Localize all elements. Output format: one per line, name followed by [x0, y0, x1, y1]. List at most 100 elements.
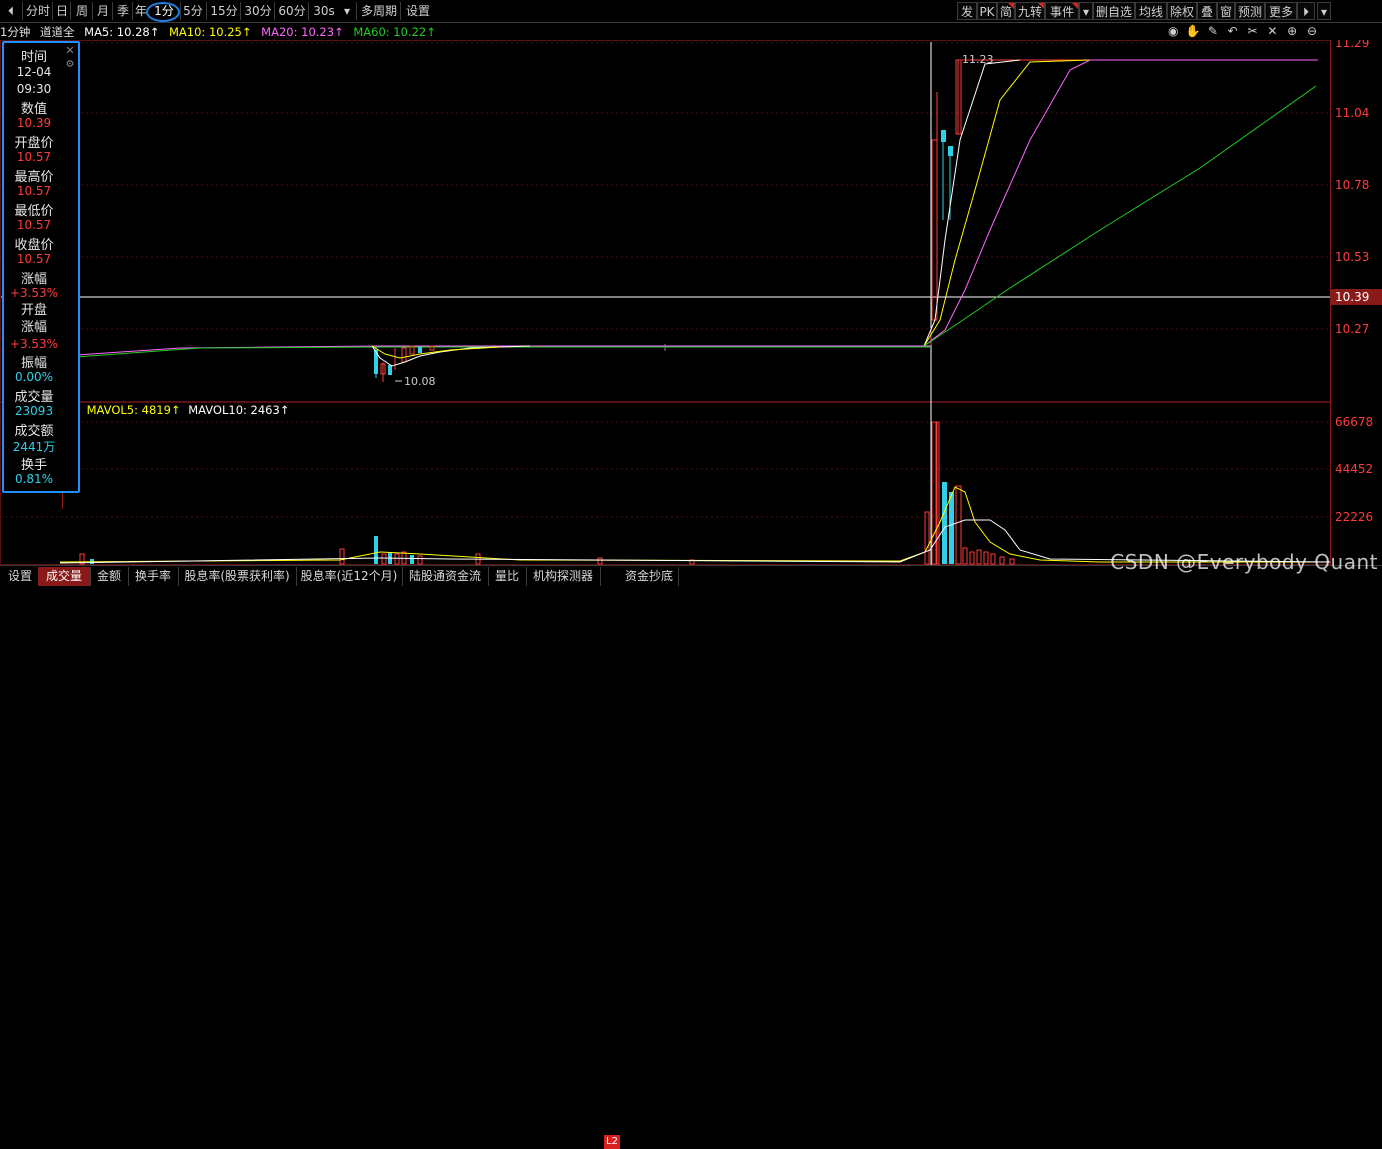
- scissors-icon[interactable]: ✂: [1245, 24, 1261, 38]
- tab-turnover[interactable]: 换手率: [128, 567, 179, 586]
- value-value: 10.39: [16, 116, 52, 130]
- label-turnover-amount: 成交额: [14, 424, 54, 439]
- btn-ma[interactable]: 均线: [1135, 2, 1167, 20]
- volume-chart[interactable]: 66678 44452 22226: [0, 402, 1382, 565]
- volume-tick: 22226: [1335, 510, 1373, 524]
- ma10-line: [923, 59, 1091, 347]
- value-turnover-rate: 0.81%: [14, 472, 54, 486]
- label-high: 最高价: [14, 170, 54, 185]
- ma60-label: MA60: 10.22↑: [353, 25, 436, 39]
- zoom-out-icon[interactable]: ✕: [1264, 24, 1280, 38]
- tab-volume[interactable]: 成交量: [38, 567, 91, 586]
- events-dropdown-icon[interactable]: ▾: [1079, 2, 1093, 20]
- btn-forecast[interactable]: 预测: [1235, 2, 1265, 20]
- btn-jiuzhuan[interactable]: 九转: [1015, 2, 1045, 20]
- label-open: 开盘价: [14, 136, 54, 151]
- prev-page-icon[interactable]: ⏴: [2, 2, 20, 20]
- value-date: 12-04: [16, 65, 52, 79]
- tab-bottom-settings[interactable]: 设置: [2, 567, 39, 586]
- value-time: 09:30: [16, 82, 52, 96]
- ma10-dip: [371, 345, 501, 359]
- ma60-line: [923, 85, 1317, 347]
- label-low: 最低价: [14, 204, 54, 219]
- price-tick: 10.27: [1335, 322, 1369, 336]
- btn-window[interactable]: 窗: [1217, 2, 1235, 20]
- label-value: 数值: [20, 102, 47, 117]
- ma5-line: [923, 59, 1021, 347]
- next-page-icon[interactable]: ⏵: [1297, 2, 1315, 20]
- chevron-down-icon[interactable]: ▾: [338, 2, 356, 20]
- eye-icon[interactable]: ◉: [1165, 24, 1181, 38]
- label-time: 时间: [20, 50, 47, 65]
- btn-overlay[interactable]: 叠: [1197, 2, 1217, 20]
- tab-settings[interactable]: 设置: [400, 2, 435, 20]
- price-tick: 10.78: [1335, 178, 1369, 192]
- stock-name[interactable]: 道道全: [40, 25, 75, 39]
- label-close: 收盘价: [14, 238, 54, 253]
- undo-icon[interactable]: ↶: [1225, 24, 1241, 38]
- tab-bottom-fishing[interactable]: 资金抄底: [620, 567, 679, 586]
- draw-icon[interactable]: ✎: [1205, 24, 1221, 38]
- hand-icon[interactable]: ✋: [1185, 24, 1201, 38]
- watermark: CSDN @Everybody Quant: [1110, 550, 1378, 574]
- current-price-value: 10.39: [1335, 290, 1369, 304]
- tab-amount[interactable]: 金额: [90, 567, 129, 586]
- gear-icon[interactable]: ⚙: [64, 59, 76, 71]
- zoom-minus-icon[interactable]: ⊖: [1304, 24, 1320, 38]
- value-close: 10.57: [16, 252, 52, 266]
- btn-remove-watchlist[interactable]: 删自选: [1093, 2, 1135, 20]
- btn-fa[interactable]: 发: [957, 2, 977, 20]
- tab-15min[interactable]: 15分: [206, 2, 241, 20]
- tab-institution-detector[interactable]: 机构探测器: [526, 567, 601, 586]
- tab-quarter[interactable]: 季: [112, 2, 133, 20]
- price-tick: 11.04: [1335, 106, 1369, 120]
- tab-northbound[interactable]: 陆股通资金流: [402, 567, 489, 586]
- tab-5min[interactable]: 5分: [180, 2, 205, 20]
- tab-multi-period[interactable]: 多周期: [356, 2, 401, 20]
- active-period-highlight: [146, 2, 180, 22]
- l2-badge: L2: [604, 1135, 620, 1149]
- btn-jian[interactable]: 简: [997, 2, 1015, 20]
- value-volume: 23093: [14, 404, 54, 418]
- label-turnover-rate: 换手: [20, 458, 47, 473]
- period-toolbar: ⏴ 分时 日 周 月 季 年 1分 5分 15分 30分 60分 30s ▾ 多…: [0, 0, 1382, 23]
- tab-month[interactable]: 月: [92, 2, 113, 20]
- surge-candles: [930, 59, 962, 345]
- price-grid: [1, 42, 1330, 330]
- price-chart[interactable]: 11.29 11.04 10.78 10.53 10.27 10.39 10.0…: [0, 40, 1382, 402]
- close-icon[interactable]: ✕: [64, 45, 76, 57]
- tab-dividend-yield[interactable]: 股息率(股票获利率): [178, 567, 297, 586]
- tab-dividend-12m[interactable]: 股息率(近12个月): [296, 567, 403, 586]
- tab-week[interactable]: 周: [70, 2, 93, 20]
- tab-30min[interactable]: 30分: [240, 2, 275, 20]
- value-open: 10.57: [16, 150, 52, 164]
- volume-grid: [1, 421, 1330, 518]
- ma60-line-early: [61, 346, 930, 359]
- volume-axis-labels: 66678 44452 22226: [1335, 415, 1373, 524]
- tab-60min[interactable]: 60分: [274, 2, 309, 20]
- value-change: +3.53%: [9, 286, 59, 300]
- tab-30s[interactable]: 30s: [308, 2, 339, 20]
- low-price-label: 10.08: [404, 375, 436, 388]
- ma-legend: 1分钟 道道全 MA5: 10.28↑ MA10: 10.25↑ MA20: 1…: [0, 24, 442, 40]
- btn-events[interactable]: 事件: [1045, 2, 1079, 20]
- tab-day[interactable]: 日: [52, 2, 71, 20]
- btn-exrights[interactable]: 除权: [1167, 2, 1197, 20]
- tab-volume-ratio[interactable]: 量比: [488, 567, 527, 586]
- volume-tick: 44452: [1335, 462, 1373, 476]
- volume-bars: [79, 421, 1015, 565]
- label-volume: 成交量: [14, 390, 54, 405]
- btn-more[interactable]: 更多: [1265, 2, 1297, 20]
- value-amplitude: 0.00%: [14, 370, 54, 384]
- value-turnover-amount: 2441万: [12, 440, 56, 454]
- ma5-label: MA5: 10.28↑: [84, 25, 160, 39]
- ma10-label: MA10: 10.25↑: [169, 25, 252, 39]
- tab-fenshi[interactable]: 分时: [22, 2, 53, 20]
- value-high: 10.57: [16, 184, 52, 198]
- zoom-in-plus-icon[interactable]: ⊕: [1284, 24, 1300, 38]
- volume-tick: 66678: [1335, 415, 1373, 429]
- btn-pk[interactable]: PK: [977, 2, 997, 20]
- value-low: 10.57: [16, 218, 52, 232]
- more-dropdown-icon[interactable]: ▾: [1317, 2, 1331, 20]
- ma20-line: [923, 59, 1318, 347]
